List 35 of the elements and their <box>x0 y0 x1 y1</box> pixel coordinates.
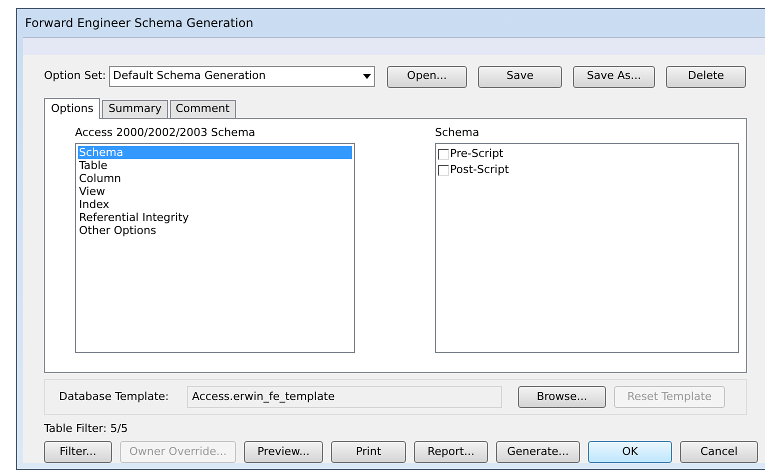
push-button[interactable]: Delete <box>666 66 746 88</box>
tab[interactable]: Summary <box>102 100 168 118</box>
list-item[interactable]: View <box>78 185 352 198</box>
list-item[interactable]: Column <box>78 172 352 185</box>
push-button[interactable]: Report... <box>414 441 488 463</box>
checkbox[interactable] <box>438 148 449 160</box>
option-set-label: Option Set: <box>44 68 106 84</box>
dropdown-arrow-icon <box>362 74 371 79</box>
tab[interactable]: Comment <box>170 100 236 118</box>
push-button[interactable]: Open... <box>386 66 467 88</box>
push-button[interactable]: Filter... <box>44 441 112 463</box>
option-set-dropdown[interactable]: Default Schema Generation <box>108 66 375 87</box>
window-title: Forward Engineer Schema Generation <box>25 15 254 32</box>
checkbox[interactable] <box>438 164 449 176</box>
list-heading: Access 2000/2002/2003 Schema <box>75 125 256 141</box>
template-label: Database Template: <box>59 388 170 405</box>
push-button[interactable]: Save <box>478 66 562 88</box>
category-list[interactable]: Schema Table Column View Index Referential Integrity Other Options <box>75 143 355 353</box>
list-item[interactable]: Table <box>78 159 352 172</box>
checkbox-label: Pre-Script <box>450 146 504 162</box>
list-heading: Schema <box>435 125 480 141</box>
push-button[interactable]: OK <box>588 441 672 463</box>
push-button[interactable]: Print <box>331 441 406 463</box>
list-item[interactable]: Index <box>78 198 352 211</box>
push-button[interactable]: Cancel <box>680 441 758 463</box>
push-button[interactable]: Generate... <box>496 441 580 463</box>
template-field[interactable]: Access.erwin_fe_template <box>187 386 502 408</box>
tab[interactable]: Options <box>44 98 100 119</box>
push-button[interactable]: Preview... <box>244 441 323 463</box>
list-item[interactable]: Referential Integrity <box>78 211 352 224</box>
push-button[interactable]: Browse... <box>518 386 606 408</box>
list-item[interactable]: Other Options <box>78 224 352 237</box>
checkbox-label: Post-Script <box>450 162 509 178</box>
push-button[interactable]: Save As... <box>572 66 655 88</box>
table-filter-text: Table Filter: 5/5 <box>44 421 129 437</box>
